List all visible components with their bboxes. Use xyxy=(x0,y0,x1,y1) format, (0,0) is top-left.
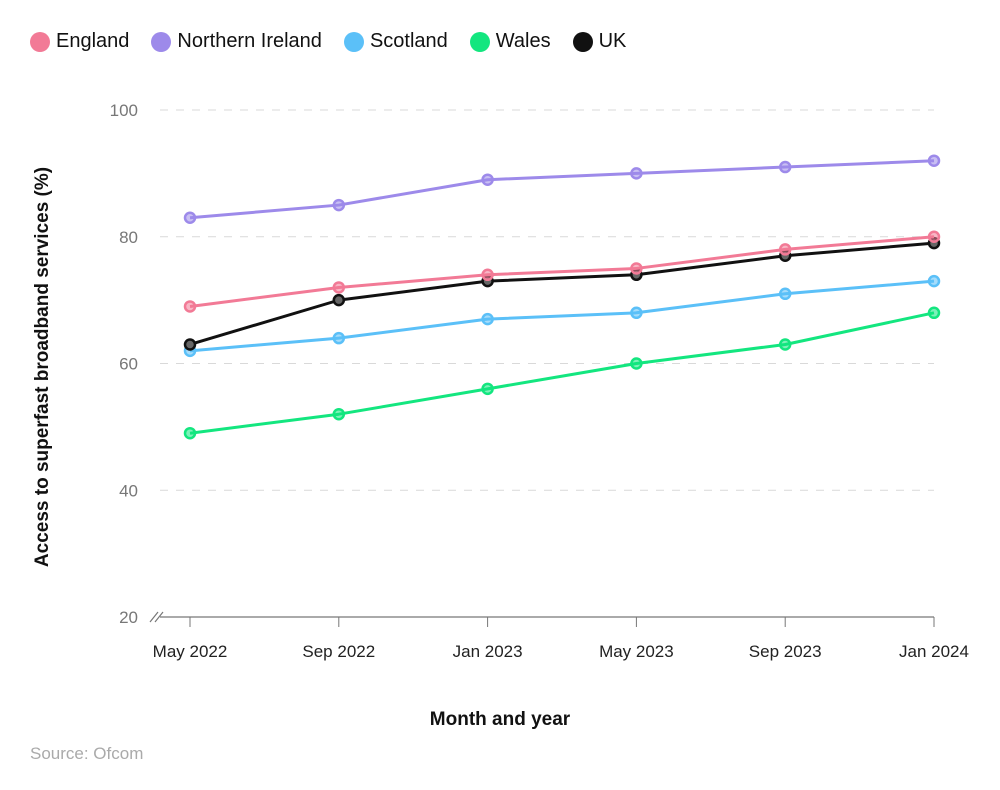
data-point[interactable] xyxy=(481,173,494,186)
x-tick-label: May 2023 xyxy=(599,642,674,661)
y-axis-title: Access to superfast broadband services (… xyxy=(32,167,53,567)
data-point[interactable] xyxy=(332,331,346,345)
data-point[interactable] xyxy=(927,230,941,243)
x-tick-label: May 2022 xyxy=(153,642,228,661)
data-point[interactable] xyxy=(778,287,792,301)
series-wales xyxy=(183,306,941,440)
data-point[interactable] xyxy=(778,243,792,256)
data-point[interactable] xyxy=(630,167,643,180)
data-point[interactable] xyxy=(332,281,346,294)
data-point[interactable] xyxy=(927,306,941,320)
data-point[interactable] xyxy=(183,211,197,224)
series-line xyxy=(189,311,935,435)
x-tick-label: Jan 2024 xyxy=(899,642,969,661)
series-lines xyxy=(183,154,941,440)
y-axis-ticks: 20 40 60 80 100 xyxy=(110,101,138,627)
series-scotland xyxy=(183,274,941,358)
data-point[interactable] xyxy=(481,382,494,396)
data-point[interactable] xyxy=(183,426,197,440)
data-point[interactable] xyxy=(183,338,197,351)
y-tick-label: 100 xyxy=(110,101,138,120)
line-chart: 20406080100 May 2022 Sep 2022 Jan 2023 May … xyxy=(32,101,969,730)
data-point[interactable] xyxy=(332,293,346,307)
data-point[interactable] xyxy=(927,154,941,167)
data-point[interactable] xyxy=(332,407,346,421)
x-tick-label: Sep 2023 xyxy=(749,642,822,661)
x-tick-label: Jan 2023 xyxy=(453,642,523,661)
data-point[interactable] xyxy=(927,274,941,288)
data-point[interactable] xyxy=(630,262,643,275)
data-point[interactable] xyxy=(332,198,346,212)
data-point[interactable] xyxy=(481,268,494,282)
series-line xyxy=(189,159,935,220)
x-axis-title: Month and year xyxy=(430,709,571,730)
data-point[interactable] xyxy=(630,306,643,320)
data-point[interactable] xyxy=(778,338,792,351)
y-tick-label: 80 xyxy=(119,228,138,247)
y-tick-label: 60 xyxy=(119,355,138,374)
series-line xyxy=(189,241,935,346)
data-point[interactable] xyxy=(778,160,792,174)
series-line xyxy=(189,235,935,308)
series-northern-ireland xyxy=(183,154,941,224)
data-point[interactable] xyxy=(630,357,643,370)
y-tick-label: 40 xyxy=(119,481,138,500)
source-note: Source: Ofcom xyxy=(30,744,144,763)
x-tick-label: Sep 2022 xyxy=(302,642,375,661)
x-axis: May 2022 Sep 2022 Jan 2023 May 2023 Sep 2023… xyxy=(149,611,969,661)
series-england xyxy=(183,230,941,313)
data-point[interactable] xyxy=(481,312,494,326)
data-point[interactable] xyxy=(183,300,197,313)
y-tick-label: 20 xyxy=(119,608,138,627)
